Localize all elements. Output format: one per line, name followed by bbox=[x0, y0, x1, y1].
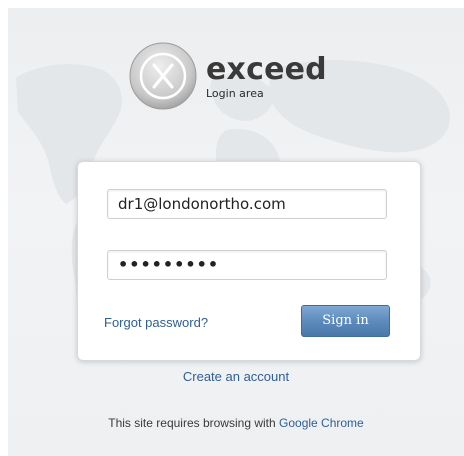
brand-subtitle: Login area bbox=[206, 87, 264, 100]
x-circle-icon bbox=[129, 42, 197, 110]
sign-in-button[interactable]: Sign in bbox=[301, 305, 390, 337]
browser-requirement-text: This site requires browsing with bbox=[108, 416, 276, 430]
email-field[interactable]: dr1@londonortho.com bbox=[107, 189, 387, 219]
browser-requirement-note: This site requires browsing with Google … bbox=[8, 416, 464, 430]
brand-text: exceed Login area bbox=[206, 52, 327, 101]
create-account-link[interactable]: Create an account bbox=[8, 369, 464, 384]
password-field[interactable]: ••••••••• bbox=[107, 250, 387, 280]
google-chrome-link[interactable]: Google Chrome bbox=[279, 416, 364, 430]
forgot-password-link[interactable]: Forgot password? bbox=[104, 315, 208, 330]
brand-header: exceed Login area bbox=[128, 41, 327, 111]
brand-name: exceed bbox=[206, 52, 327, 87]
login-page: exceed Login area dr1@londonortho.com ••… bbox=[8, 8, 464, 456]
login-card: dr1@londonortho.com ••••••••• Forgot pas… bbox=[77, 161, 421, 361]
